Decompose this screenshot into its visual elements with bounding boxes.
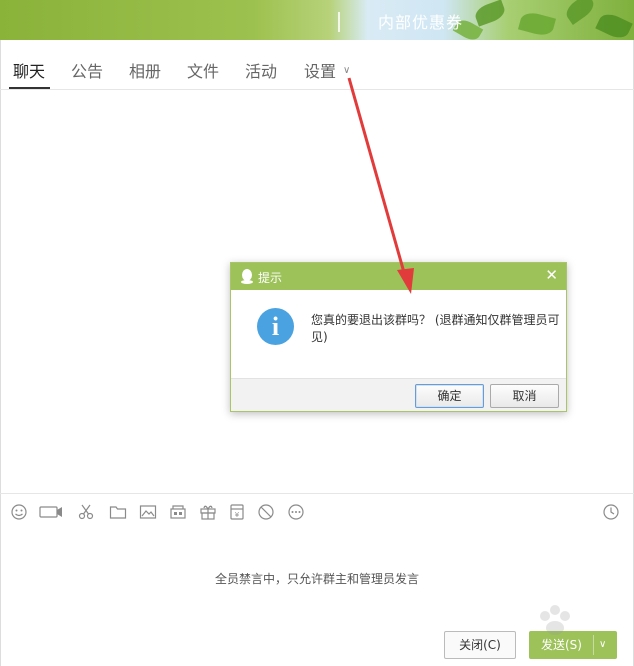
leaf-decoration [517,9,557,39]
confirm-button[interactable]: 确定 [415,384,484,408]
send-button-label: 发送(S) [541,638,582,652]
dialog-title: 提示 [258,271,283,285]
history-icon[interactable] [602,503,620,521]
tab-settings[interactable]: 设置 [304,58,336,82]
top-banner[interactable]: 内部优惠券 [0,0,634,40]
tab-files[interactable]: 文件 [187,58,219,82]
block-icon[interactable] [257,503,275,521]
gift-icon[interactable] [199,503,217,521]
tab-announcement[interactable]: 公告 [71,58,103,82]
shop-icon[interactable] [169,503,187,521]
tab-chat[interactable]: 聊天 [13,58,45,82]
input-toolbar: ¥ [0,493,634,529]
close-icon[interactable]: ✕ [545,266,558,284]
gif-icon[interactable] [39,503,63,521]
leaf-decoration [595,10,633,40]
mute-notice: 全员禁言中，只允许群主和管理员发言 [214,572,419,586]
qq-penguin-icon [241,269,253,284]
scissors-icon[interactable] [77,503,95,521]
dialog-titlebar[interactable]: 提示 ✕ [231,263,566,290]
leaf-decoration [472,0,508,27]
dialog-footer: 确定 取消 [231,378,566,411]
tab-album[interactable]: 相册 [129,58,161,82]
chevron-down-icon[interactable]: ∨ [343,65,350,76]
emoji-icon[interactable] [10,503,28,521]
folder-icon[interactable] [109,503,127,521]
dialog-body: i 您真的要退出该群吗？ (退群通知仅群管理员可见) [231,290,566,378]
cancel-button[interactable]: 取消 [490,384,559,408]
confirm-dialog: 提示 ✕ i 您真的要退出该群吗？ (退群通知仅群管理员可见) 确定 取消 [230,262,567,412]
red-packet-icon[interactable]: ¥ [228,503,246,521]
tab-activity[interactable]: 活动 [245,58,277,82]
image-icon[interactable] [139,503,157,521]
info-icon: i [257,308,294,345]
chevron-down-icon[interactable]: ∨ [599,631,606,659]
leaf-decoration [562,0,598,25]
active-tab-indicator [9,87,50,89]
banner-text: 内部优惠券 [378,13,464,32]
dialog-message: 您真的要退出该群吗？ (退群通知仅群管理员可见) [311,313,560,344]
send-separator [593,635,594,655]
send-button[interactable]: 发送(S) ∨ [529,631,617,659]
svg-text:¥: ¥ [235,511,240,519]
close-button[interactable]: 关闭(C) [444,631,516,659]
more-icon[interactable] [287,503,305,521]
banner-divider [338,12,340,32]
group-tabs: 聊天 公告 相册 文件 活动 设置 ∨ [0,40,634,90]
